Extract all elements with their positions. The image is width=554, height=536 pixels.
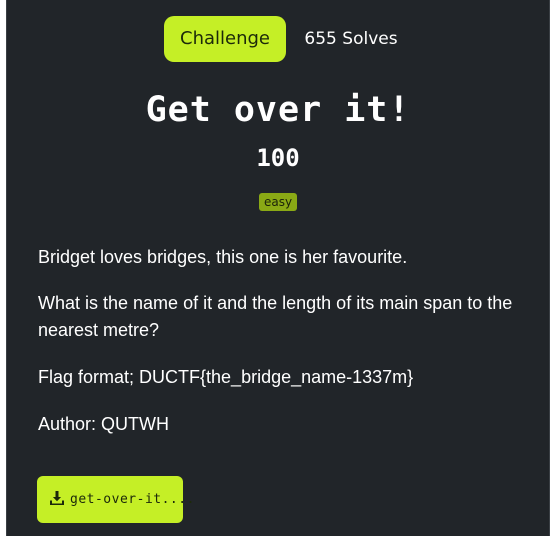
description-paragraph: What is the name of it and the length of… [38, 293, 513, 340]
challenge-tabs: Challenge 655 Solves [7, 16, 549, 62]
download-file-label: get-over-it.... [70, 492, 195, 507]
difficulty-badge-row: easy [7, 193, 549, 211]
challenge-modal: Challenge 655 Solves Get over it! 100 ea… [6, 0, 550, 536]
flag-format-text: Flag format; DUCTF{the_bridge_name-1337m… [38, 367, 414, 387]
tab-solves[interactable]: 655 Solves [295, 16, 407, 62]
author-text: Author: QUTWH [38, 414, 170, 434]
difficulty-badge: easy [258, 193, 298, 211]
challenge-points: 100 [256, 144, 300, 172]
challenge-title: Get over it! [145, 90, 411, 130]
download-icon [50, 491, 64, 505]
tab-challenge[interactable]: Challenge [164, 16, 286, 62]
download-file-button[interactable]: get-over-it.... [37, 476, 194, 523]
description-paragraph: Bridget loves bridges, this one is her f… [38, 247, 408, 267]
